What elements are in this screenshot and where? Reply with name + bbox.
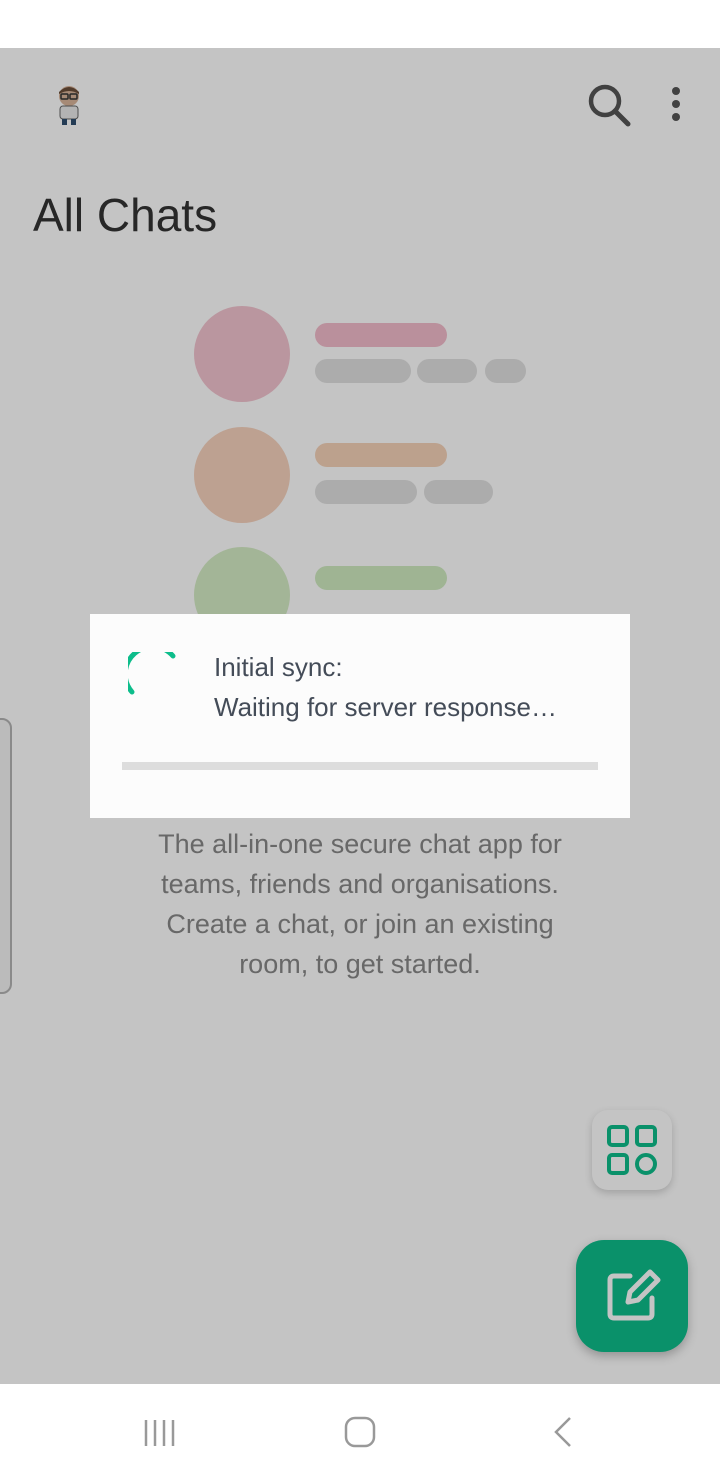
initial-sync-dialog: Initial sync: Waiting for server respons… bbox=[90, 614, 630, 818]
loading-spinner-icon bbox=[128, 652, 178, 702]
dialog-message: Waiting for server response… bbox=[214, 692, 557, 722]
sync-progress-bar bbox=[122, 762, 598, 770]
recents-icon[interactable] bbox=[134, 1406, 186, 1458]
home-icon[interactable] bbox=[334, 1406, 386, 1458]
system-nav-bar bbox=[0, 1384, 720, 1480]
back-icon[interactable] bbox=[536, 1406, 588, 1458]
dialog-title: Initial sync: bbox=[214, 652, 343, 682]
status-bar bbox=[0, 0, 720, 48]
